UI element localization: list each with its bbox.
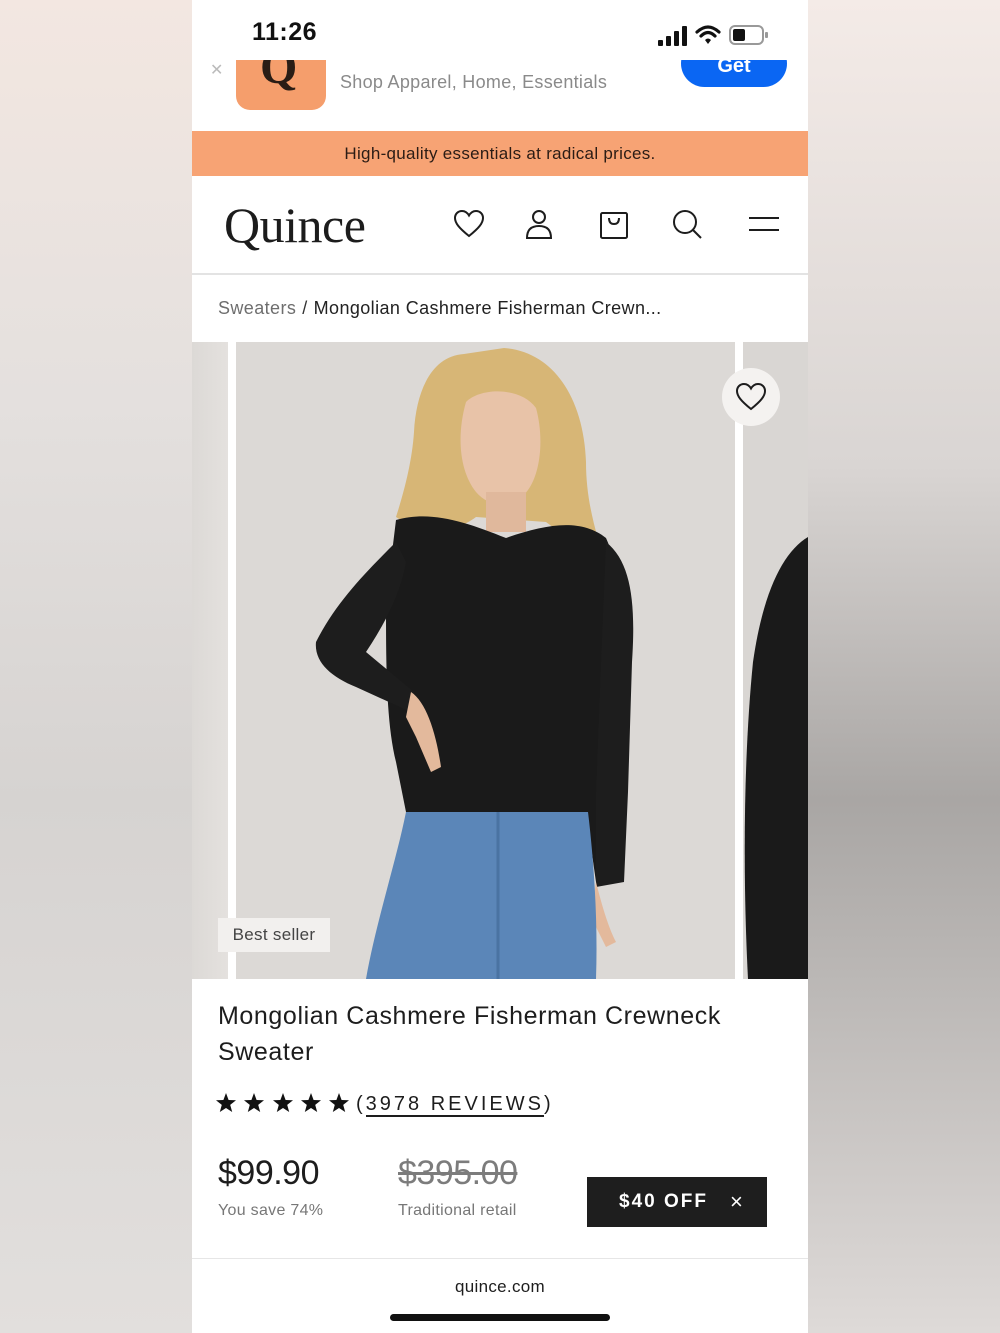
phone-screen: 11:26 ✕ Q Shop Apparel, Home, Essentials… [192, 0, 808, 1333]
product-title: Mongolian Cashmere Fisherman Crewneck Sw… [218, 1002, 721, 1066]
promo-bar: High-quality essentials at radical price… [192, 131, 808, 176]
status-bar: 11:26 [192, 0, 808, 68]
background-right [808, 0, 1000, 1333]
next-image[interactable] [743, 342, 808, 979]
menu-icon[interactable] [748, 208, 780, 240]
close-icon[interactable]: ✕ [210, 60, 223, 80]
cellular-signal-icon [658, 26, 687, 46]
add-to-wishlist-button[interactable] [722, 368, 780, 426]
product-image-gallery[interactable]: Best seller [192, 342, 808, 979]
heart-icon [735, 382, 767, 411]
close-icon[interactable]: × [730, 1189, 743, 1215]
app-install-banner: ✕ Q Shop Apparel, Home, Essentials Get [192, 60, 808, 131]
reviews-open-paren: ( [356, 1093, 366, 1115]
reviews-count: 3978 REVIEWS [365, 1093, 544, 1117]
breadcrumb-current: Mongolian Cashmere Fisherman Crewn... [313, 298, 662, 318]
account-icon[interactable] [523, 208, 555, 240]
home-indicator[interactable] [390, 1314, 610, 1321]
get-app-label: Get [717, 60, 751, 77]
browser-url-bar[interactable]: quince.com [192, 1258, 808, 1333]
discount-offer-button[interactable]: $40 OFF × [587, 1177, 767, 1227]
heart-icon[interactable] [453, 208, 485, 240]
bag-icon[interactable] [598, 208, 630, 240]
status-time: 11:26 [252, 18, 318, 46]
site-header: Quince [192, 176, 808, 275]
discount-label: $40 OFF [619, 1191, 708, 1212]
wifi-icon [695, 25, 721, 44]
app-icon[interactable]: Q [236, 60, 326, 110]
app-subtitle: Shop Apparel, Home, Essentials [340, 72, 608, 92]
traditional-retail-label: Traditional retail [398, 1202, 517, 1219]
sale-price: $99.90 [218, 1154, 320, 1192]
breadcrumb: Sweaters / Mongolian Cashmere Fisherman Cr… [218, 298, 662, 319]
traditional-price: $395.00 [398, 1154, 518, 1192]
reviews-link[interactable]: (3978 REVIEWS) [356, 1093, 554, 1117]
search-icon[interactable] [671, 208, 703, 240]
best-seller-badge: Best seller [218, 918, 330, 952]
breadcrumb-separator: / [302, 298, 308, 318]
app-icon-letter: Q [260, 60, 298, 94]
get-app-button[interactable]: Get [681, 60, 787, 87]
reviews-close-paren: ) [543, 1093, 554, 1115]
url-text: quince.com [455, 1277, 545, 1296]
product-image[interactable] [236, 342, 735, 979]
star-rating-icon [216, 1093, 349, 1112]
model-photo [236, 342, 735, 979]
background-left [0, 0, 192, 1333]
previous-image[interactable] [192, 342, 228, 979]
quince-logo[interactable]: Quince [224, 196, 366, 254]
savings-text: You save 74% [218, 1202, 324, 1219]
breadcrumb-sweaters[interactable]: Sweaters [218, 298, 296, 318]
battery-icon [729, 25, 768, 45]
next-image-photo [743, 342, 808, 979]
